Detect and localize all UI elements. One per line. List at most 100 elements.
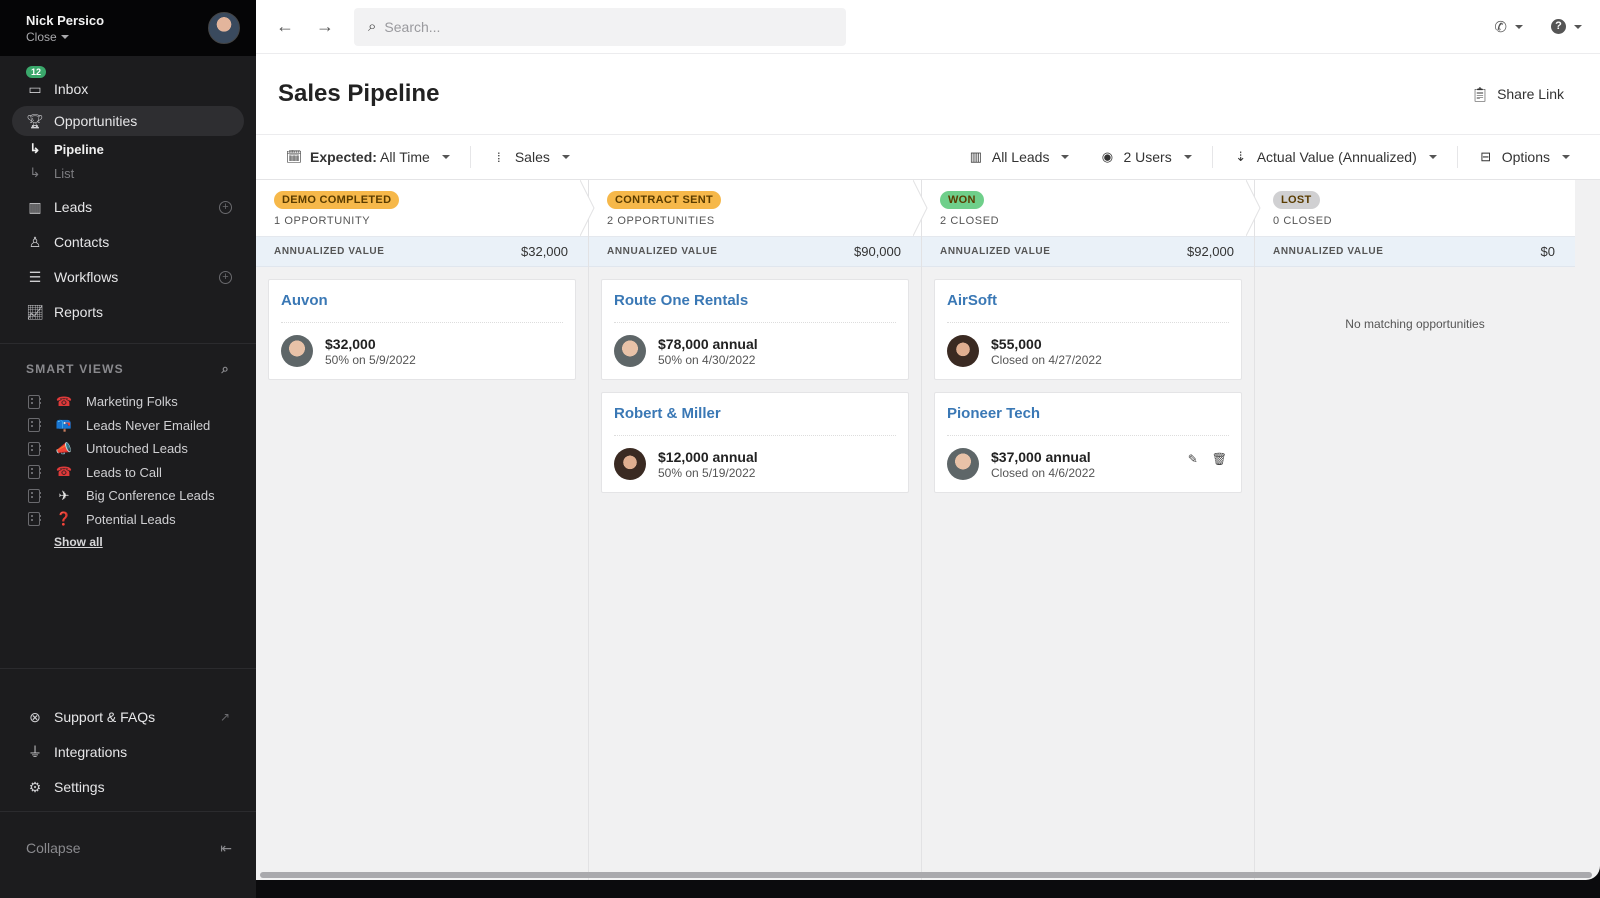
workflow-icon: ☰: [28, 268, 42, 285]
smart-view-item[interactable]: 📣 Untouched Leads: [0, 437, 256, 461]
add-workflow-icon[interactable]: +: [219, 270, 232, 284]
caret-down-icon: [60, 34, 69, 39]
company-link[interactable]: Robert & Miller: [614, 405, 896, 427]
sidebar-item-label: List: [54, 165, 75, 181]
smart-view-item[interactable]: ✈ Big Conference Leads: [0, 484, 256, 508]
company-link[interactable]: AirSoft: [947, 292, 1229, 314]
opportunity-card[interactable]: Robert & Miller $12,000 annual 50% on 5/…: [601, 392, 909, 493]
sidebar-divider: [0, 343, 256, 344]
leads-filter[interactable]: ▥ All Leads: [968, 149, 1070, 165]
column-count: 1 OPPORTUNITY: [274, 215, 371, 227]
sidebar-item-workflows[interactable]: ☰ Workflows +: [12, 262, 244, 292]
building-icon: [28, 441, 41, 456]
options-label: Options: [1501, 149, 1550, 165]
company-link[interactable]: Auvon: [281, 292, 563, 314]
card-divider: [947, 322, 1229, 323]
company-link[interactable]: Route One Rentals: [614, 292, 896, 314]
stage-badge[interactable]: LOST: [1273, 191, 1320, 209]
subitem-arrow-icon: ↳: [29, 141, 41, 156]
stage-badge[interactable]: CONTRACT SENT: [607, 191, 722, 209]
owner-avatar: [614, 335, 646, 367]
sidebar-subitem-pipeline[interactable]: ↳ Pipeline: [12, 138, 244, 160]
company-link[interactable]: Pioneer Tech: [947, 405, 1229, 427]
phone-menu-button[interactable]: ✆: [1494, 18, 1523, 36]
smart-view-label: Big Conference Leads: [86, 488, 215, 504]
stage-badge[interactable]: DEMO COMPLETED: [274, 191, 400, 209]
building-icon: [28, 418, 41, 433]
pipeline-filter[interactable]: ⁞ Sales: [491, 149, 570, 165]
opportunity-card[interactable]: Pioneer Tech $37,000 annual Closed on 4/…: [934, 392, 1242, 493]
trash-icon[interactable]: 🗑︎: [1212, 452, 1227, 466]
sidebar-item-inbox[interactable]: ▭ 12 Inbox: [12, 66, 244, 104]
caret-down-icon: [1061, 155, 1070, 159]
user-avatar[interactable]: [208, 12, 240, 44]
sidebar-item-support[interactable]: ⊗ Support & FAQs ↗: [12, 702, 244, 732]
sidebar-item-label: Reports: [54, 304, 104, 320]
opportunity-amount: $12,000 annual: [658, 448, 758, 465]
edit-pencil-icon[interactable]: ✎: [1188, 452, 1198, 466]
building-icon: [28, 488, 41, 503]
opportunity-card[interactable]: Auvon $32,000 50% on 5/9/2022: [268, 279, 576, 380]
column-header: DEMO COMPLETED 1 OPPORTUNITY: [256, 180, 595, 236]
opportunity-card[interactable]: AirSoft $55,000 Closed on 4/27/2022: [934, 279, 1242, 380]
telephone-emoji-icon: ☎: [55, 464, 73, 480]
annualized-value-amount: $90,000: [854, 244, 901, 259]
subitem-arrow-icon: ↳: [29, 165, 41, 180]
card-divider: [614, 435, 896, 436]
smart-view-item[interactable]: ☎ Marketing Folks: [0, 390, 256, 414]
search-input[interactable]: [384, 18, 825, 35]
column-header: LOST 0 CLOSED: [1255, 180, 1575, 236]
smart-views-header: SMART VIEWS ⌕: [0, 358, 256, 380]
share-clipboard-icon: 📋︎: [1471, 85, 1490, 102]
main-content: ← → ⌕ ✆ ? Sales Pipeline 📋︎ Share Link 🗓…: [256, 0, 1600, 880]
building-icon: [28, 512, 41, 527]
column-count: 0 CLOSED: [1273, 215, 1333, 227]
search-smart-views-icon[interactable]: ⌕: [222, 361, 230, 377]
search-box[interactable]: ⌕: [354, 7, 846, 46]
card-divider: [614, 322, 896, 323]
sidebar-item-leads[interactable]: ▥ Leads +: [12, 192, 244, 222]
annualized-value-label: ANNUALIZED VALUE: [607, 246, 718, 257]
expected-date-filter[interactable]: 🗓︎ Expected: All Time: [286, 149, 450, 165]
column-header: CONTRACT SENT 2 OPPORTUNITIES: [589, 180, 928, 236]
users-filter[interactable]: ◉ 2 Users: [1099, 149, 1192, 165]
org-switcher[interactable]: Close: [26, 30, 104, 44]
collapse-sidebar-button[interactable]: Collapse ⇤: [0, 836, 256, 860]
smart-view-item[interactable]: 📪 Leads Never Emailed: [0, 414, 256, 438]
forward-arrow-icon[interactable]: →: [314, 16, 336, 37]
smart-view-label: Leads to Call: [86, 464, 162, 480]
owner-avatar: [947, 335, 979, 367]
options-menu[interactable]: ⊟ Options: [1478, 149, 1570, 165]
sidebar-item-opportunities[interactable]: 🏆︎ Opportunities: [12, 106, 244, 136]
smart-view-item[interactable]: ❓ Potential Leads: [0, 508, 256, 532]
filter-divider: [1211, 146, 1213, 168]
show-all-link[interactable]: Show all: [0, 531, 256, 553]
column-header: WON 2 CLOSED: [922, 180, 1261, 236]
opportunity-status: Closed on 4/6/2022: [991, 465, 1096, 480]
pipeline-icon: ⁞: [497, 149, 501, 165]
opportunity-card[interactable]: Route One Rentals $78,000 annual 50% on …: [601, 279, 909, 380]
sidebar-subitem-list[interactable]: ↳ List: [12, 162, 244, 184]
card-divider: [947, 435, 1229, 436]
filter-divider: [1456, 146, 1458, 168]
column-value-row: ANNUALIZED VALUE $90,000: [589, 236, 921, 267]
smart-views-title: SMART VIEWS: [26, 362, 124, 376]
opportunity-status: 50% on 5/19/2022: [658, 465, 756, 480]
sidebar-item-settings[interactable]: ⚙ Settings: [12, 772, 244, 802]
horizontal-scrollbar[interactable]: [260, 872, 1592, 878]
help-menu-button[interactable]: ?: [1551, 19, 1582, 34]
add-lead-icon[interactable]: +: [219, 200, 232, 214]
sidebar-item-integrations[interactable]: ⏚ Integrations: [12, 737, 244, 767]
share-link-button[interactable]: 📋︎ Share Link: [1471, 86, 1564, 103]
sidebar-item-reports[interactable]: 📈︎ Reports: [12, 297, 244, 327]
stage-badge[interactable]: WON: [940, 191, 984, 209]
sort-filter[interactable]: ⇣ Actual Value (Annualized): [1233, 149, 1437, 165]
smart-view-item[interactable]: ☎ Leads to Call: [0, 461, 256, 485]
account-header[interactable]: Nick Persico Close: [0, 0, 256, 56]
page-title: Sales Pipeline: [278, 80, 440, 107]
sidebar-item-contacts[interactable]: ♙ Contacts: [12, 227, 244, 257]
user-icon: ♙: [28, 233, 42, 250]
back-arrow-icon[interactable]: ←: [274, 16, 296, 37]
expected-label: Expected:: [310, 149, 377, 165]
opportunity-amount: $78,000 annual: [658, 335, 758, 352]
